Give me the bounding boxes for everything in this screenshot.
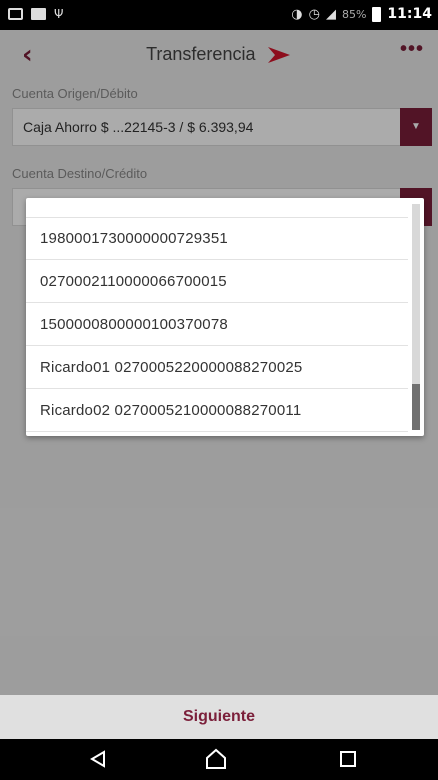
list-item-label: Ricardo02 0270005210000088270011 [40, 402, 302, 419]
system-nav-bar [0, 739, 438, 780]
scrollbar-thumb[interactable] [412, 384, 420, 430]
destination-dropdown-list: 1980001730000000729351 02700021100000667… [26, 198, 424, 436]
list-item-label: 1500000800000100370078 [40, 316, 228, 333]
list-item[interactable]: Ricardo01 0270005220000088270025 [26, 347, 408, 389]
image-icon [31, 8, 46, 20]
list-item-label: Ricardo01 0270005220000088270025 [40, 359, 303, 376]
recent-apps-icon[interactable] [340, 751, 356, 767]
back-triangle-icon[interactable] [88, 749, 108, 769]
status-bar: Ψ ◑ ◷ ◢ 85% 11:14 [0, 0, 438, 30]
list-item-partial[interactable] [26, 198, 408, 218]
battery-percent: 85% [341, 7, 367, 21]
list-item[interactable]: 0270002110000066700015 [26, 261, 408, 303]
notification-icons: Ψ [8, 7, 63, 21]
signal-icon: ◢ [325, 6, 336, 22]
footer-bar: Siguiente [0, 695, 438, 739]
message-icon [8, 8, 23, 20]
system-icons: ◑ ◷ ◢ 85% 11:14 [291, 6, 432, 22]
list-item-label: 0270002110000066700015 [40, 273, 227, 290]
sync-icon: ◑ [291, 6, 303, 22]
antenna-icon: Ψ [54, 7, 64, 21]
list-item-label: 1980001730000000729351 [40, 230, 228, 247]
alarm-icon: ◷ [308, 6, 320, 22]
list-item[interactable]: Ricardo02 0270005210000088270011 [26, 390, 408, 432]
battery-icon [372, 6, 382, 22]
home-icon[interactable] [205, 748, 227, 770]
next-button[interactable]: Siguiente [183, 708, 255, 726]
list-item[interactable]: 1500000800000100370078 [26, 304, 408, 346]
list-item[interactable]: 1980001730000000729351 [26, 218, 408, 260]
clock: 11:14 [387, 6, 432, 22]
